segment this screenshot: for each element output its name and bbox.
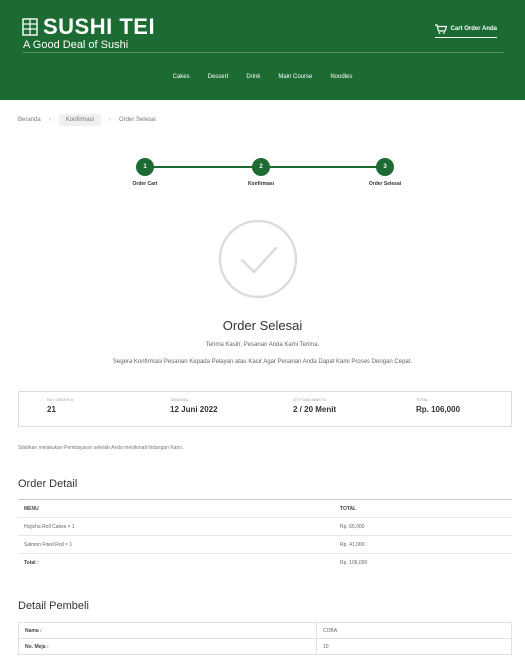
- breadcrumb-separator: ›: [48, 117, 51, 123]
- summary-value: Rp. 106,000: [416, 405, 461, 414]
- site-header: SUSHI TEI A Good Deal of Sushi Cart Orde…: [0, 0, 525, 100]
- thanks-message: Terima Kasih, Pesanan Anda Kami Terima.: [205, 342, 320, 348]
- step-number: 3: [376, 158, 394, 176]
- order-detail-title: Order Detail: [18, 478, 78, 490]
- nav-item-noodles[interactable]: Noodles: [330, 74, 352, 80]
- step-label: Order Selesai: [368, 181, 402, 187]
- brand-logo[interactable]: SUSHI TEI A Good Deal of Sushi: [22, 14, 155, 51]
- summary-date: TANGGAL : 12 Juni 2022: [142, 392, 265, 426]
- order-item-total: Rp. 41,000: [334, 535, 512, 554]
- table-row: No. Meja : 10: [18, 638, 512, 655]
- summary-qty-time: QTY DAN WAKTU : 2 / 20 Menit: [265, 392, 388, 426]
- summary-label: NO. ORDER #:: [47, 397, 75, 402]
- cart-link[interactable]: Cart Order Anda: [434, 24, 497, 38]
- table-row: Hojicha Roll Cakes × 1 Rp. 65,000: [18, 517, 512, 536]
- summary-order-number: NO. ORDER #: 21: [19, 392, 142, 426]
- step-label: Order Cart: [132, 181, 158, 187]
- summary-value: 21: [47, 405, 56, 414]
- category-nav: Cakes Dessert Drink Main Course Noodles: [0, 74, 525, 80]
- brand-tagline: A Good Deal of Sushi: [23, 39, 129, 51]
- breadcrumb-current: Order Selesai: [119, 117, 156, 123]
- table-header-row: MENU TOTAL: [18, 499, 512, 518]
- confirmation-note: Segera Konfirmasi Pesanan Kepada Pelayan…: [112, 359, 413, 365]
- buyer-name-label: Nama :: [18, 622, 317, 639]
- buyer-table-label: No. Meja :: [18, 638, 317, 655]
- step-konfirmasi: 2 Konfirmasi: [221, 158, 301, 187]
- order-item-menu: Salmon Fried Roll × 1: [18, 535, 334, 554]
- breadcrumb: Beranda › Konfirmasi › Order Selesai: [18, 114, 156, 126]
- summary-label: QTY DAN WAKTU :: [293, 397, 329, 402]
- progress-steps: 1 Order Cart 2 Konfirmasi 3 Order Selesa…: [0, 158, 525, 198]
- order-summary: NO. ORDER #: 21 TANGGAL : 12 Juni 2022 Q…: [18, 391, 512, 427]
- buyer-table-value: 10: [316, 638, 512, 655]
- nav-item-drink[interactable]: Drink: [246, 74, 260, 80]
- buyer-detail-title: Detail Pembeli: [18, 600, 89, 612]
- summary-value: 12 Juni 2022: [170, 405, 218, 414]
- summary-total: TOTAL : Rp. 106,000: [388, 392, 511, 426]
- buyer-detail-table: Nama : COBA No. Meja : 10: [18, 622, 512, 655]
- summary-label: TANGGAL :: [170, 397, 191, 402]
- nav-item-dessert[interactable]: Dessert: [208, 74, 229, 80]
- column-header-menu: MENU: [18, 499, 334, 518]
- breadcrumb-konfirmasi[interactable]: Konfirmasi: [58, 114, 102, 126]
- buyer-name-value: COBA: [316, 622, 512, 639]
- order-total-label: Total :: [18, 553, 334, 572]
- step-number: 2: [252, 158, 270, 176]
- cart-label: Cart Order Anda: [450, 26, 497, 32]
- table-total-row: Total : Rp. 106,000: [18, 553, 512, 572]
- sushi-tei-logo-icon: [22, 18, 38, 36]
- step-order-cart: 1 Order Cart: [105, 158, 185, 187]
- order-item-menu: Hojicha Roll Cakes × 1: [18, 517, 334, 536]
- breadcrumb-beranda[interactable]: Beranda: [18, 114, 41, 126]
- order-total-value: Rp. 106,000: [334, 553, 512, 572]
- brand-name: SUSHI TEI: [43, 14, 156, 39]
- summary-label: TOTAL :: [416, 397, 431, 402]
- table-row: Salmon Fried Roll × 1 Rp. 41,000: [18, 535, 512, 554]
- order-item-total: Rp. 65,000: [334, 517, 512, 536]
- breadcrumb-separator: ›: [109, 117, 112, 123]
- header-divider: [22, 52, 504, 53]
- check-circle-icon: [218, 219, 298, 299]
- summary-value: 2 / 20 Menit: [293, 405, 337, 414]
- order-detail-table: MENU TOTAL Hojicha Roll Cakes × 1 Rp. 65…: [18, 499, 512, 572]
- step-label: Konfirmasi: [247, 181, 275, 187]
- step-number: 1: [136, 158, 154, 176]
- column-header-total: TOTAL: [334, 499, 512, 518]
- nav-item-main-course[interactable]: Main Course: [278, 74, 312, 80]
- cart-icon: [434, 24, 447, 34]
- table-row: Nama : COBA: [18, 622, 512, 639]
- nav-item-cakes[interactable]: Cakes: [173, 74, 190, 80]
- page-title: Order Selesai: [222, 318, 303, 333]
- step-order-selesai: 3 Order Selesai: [345, 158, 425, 187]
- payment-note: Silahkan melakukan Pembayaran setelah An…: [18, 445, 184, 451]
